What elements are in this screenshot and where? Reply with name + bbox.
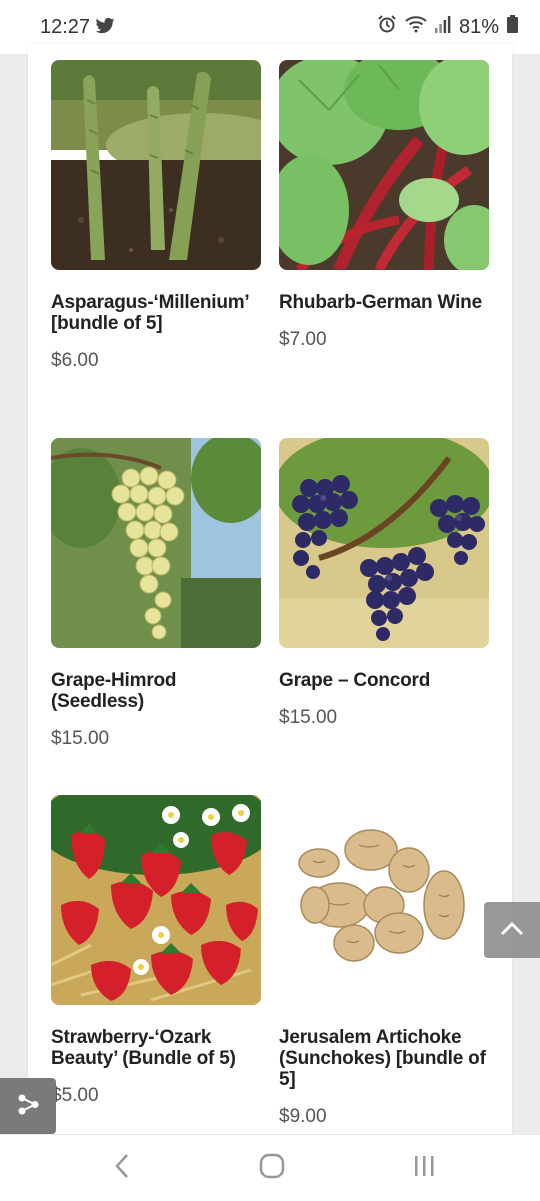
- status-time: 12:27: [40, 16, 91, 38]
- product-name[interactable]: Grape-Himrod (Seedless): [51, 670, 261, 712]
- product-card-grape-concord[interactable]: Grape – Concord $15.00: [279, 438, 489, 729]
- alarm-icon: [377, 14, 397, 40]
- system-nav-bar: [0, 1134, 540, 1201]
- product-card-rhubarb[interactable]: Rhubarb-German Wine $7.00: [279, 60, 489, 351]
- product-image-strawberry[interactable]: [51, 795, 261, 1005]
- twitter-icon: [95, 17, 115, 40]
- product-grid: Asparagus-‘Millenium’ [bundle of 5] $6.0…: [28, 44, 512, 1134]
- product-price: $15.00: [279, 707, 338, 728]
- product-card-asparagus[interactable]: Asparagus-‘Millenium’ [bundle of 5] $6.0…: [51, 60, 261, 372]
- battery-icon: [507, 15, 518, 39]
- home-button[interactable]: [252, 1151, 292, 1185]
- product-price: $7.00: [279, 329, 327, 350]
- share-button[interactable]: [0, 1078, 56, 1134]
- product-image-rhubarb[interactable]: [279, 60, 489, 270]
- wifi-icon: [405, 15, 427, 39]
- product-name[interactable]: Jerusalem Artichoke (Sunchokes) [bundle …: [279, 1027, 489, 1090]
- battery-percent: 81%: [458, 15, 499, 38]
- back-icon: [114, 1153, 130, 1184]
- back-button[interactable]: [102, 1151, 142, 1185]
- product-name[interactable]: Rhubarb-German Wine: [279, 292, 489, 313]
- product-card-jerusalem-artichoke[interactable]: Jerusalem Artichoke (Sunchokes) [bundle …: [279, 795, 489, 1128]
- scroll-to-top-icon: [500, 920, 524, 941]
- product-price: $9.00: [279, 1106, 327, 1127]
- product-image-asparagus[interactable]: [51, 60, 261, 270]
- recents-icon: [413, 1154, 435, 1183]
- product-card-strawberry[interactable]: Strawberry-‘Ozark Beauty’ (Bundle of 5) …: [51, 795, 261, 1107]
- product-price: $5.00: [51, 1085, 99, 1106]
- product-price: $6.00: [51, 350, 99, 371]
- product-name[interactable]: Asparagus-‘Millenium’ [bundle of 5]: [51, 292, 261, 334]
- home-icon: [259, 1153, 285, 1184]
- product-price: $15.00: [51, 728, 110, 749]
- signal-icon: [434, 15, 451, 39]
- product-image-jerusalem-artichoke[interactable]: [279, 795, 489, 1005]
- product-card-grape-himrod[interactable]: Grape-Himrod (Seedless) $15.00: [51, 438, 261, 750]
- recents-button[interactable]: [404, 1151, 444, 1185]
- product-image-grape-concord[interactable]: [279, 438, 489, 648]
- share-icon: [16, 1092, 40, 1121]
- product-image-grape-himrod[interactable]: [51, 438, 261, 648]
- scroll-to-top-button[interactable]: [484, 902, 540, 958]
- product-name[interactable]: Strawberry-‘Ozark Beauty’ (Bundle of 5): [51, 1027, 261, 1069]
- product-name[interactable]: Grape – Concord: [279, 670, 489, 691]
